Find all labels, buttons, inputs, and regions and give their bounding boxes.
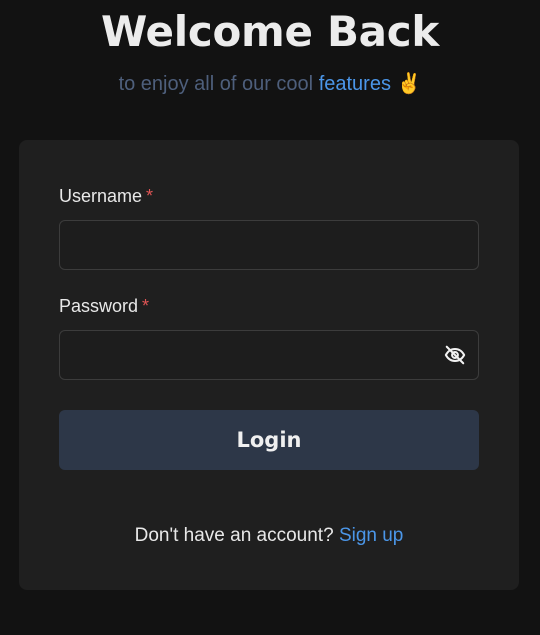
page-subtitle: to enjoy all of our cool features ✌ [0, 70, 540, 98]
username-field-wrapper [59, 220, 479, 270]
victory-hand-icon: ✌ [396, 73, 422, 95]
login-card: Username * Password * Login Don't have an … [19, 140, 519, 590]
username-label: Username * [59, 184, 153, 208]
username-label-text: Username [59, 186, 143, 206]
eye-off-icon[interactable] [444, 344, 466, 366]
signup-prompt: Don't have an account? Sign up [19, 523, 519, 549]
password-label-text: Password [59, 296, 139, 316]
subtitle-accent: features [318, 73, 391, 95]
signup-link[interactable]: Sign up [339, 525, 403, 546]
page-title: Welcome Back [101, 7, 439, 56]
subtitle-text: to enjoy all of our cool [118, 73, 314, 95]
required-mark: * [142, 296, 150, 316]
password-input[interactable] [60, 331, 478, 379]
login-page: Welcome Back to enjoy all of our cool fe… [0, 0, 540, 635]
signup-prompt-text: Don't have an account? [134, 525, 334, 546]
password-label: Password * [59, 294, 149, 318]
login-button[interactable]: Login [59, 410, 479, 470]
required-mark: * [146, 186, 154, 206]
username-input[interactable] [60, 221, 478, 269]
password-field-wrapper [59, 330, 479, 380]
